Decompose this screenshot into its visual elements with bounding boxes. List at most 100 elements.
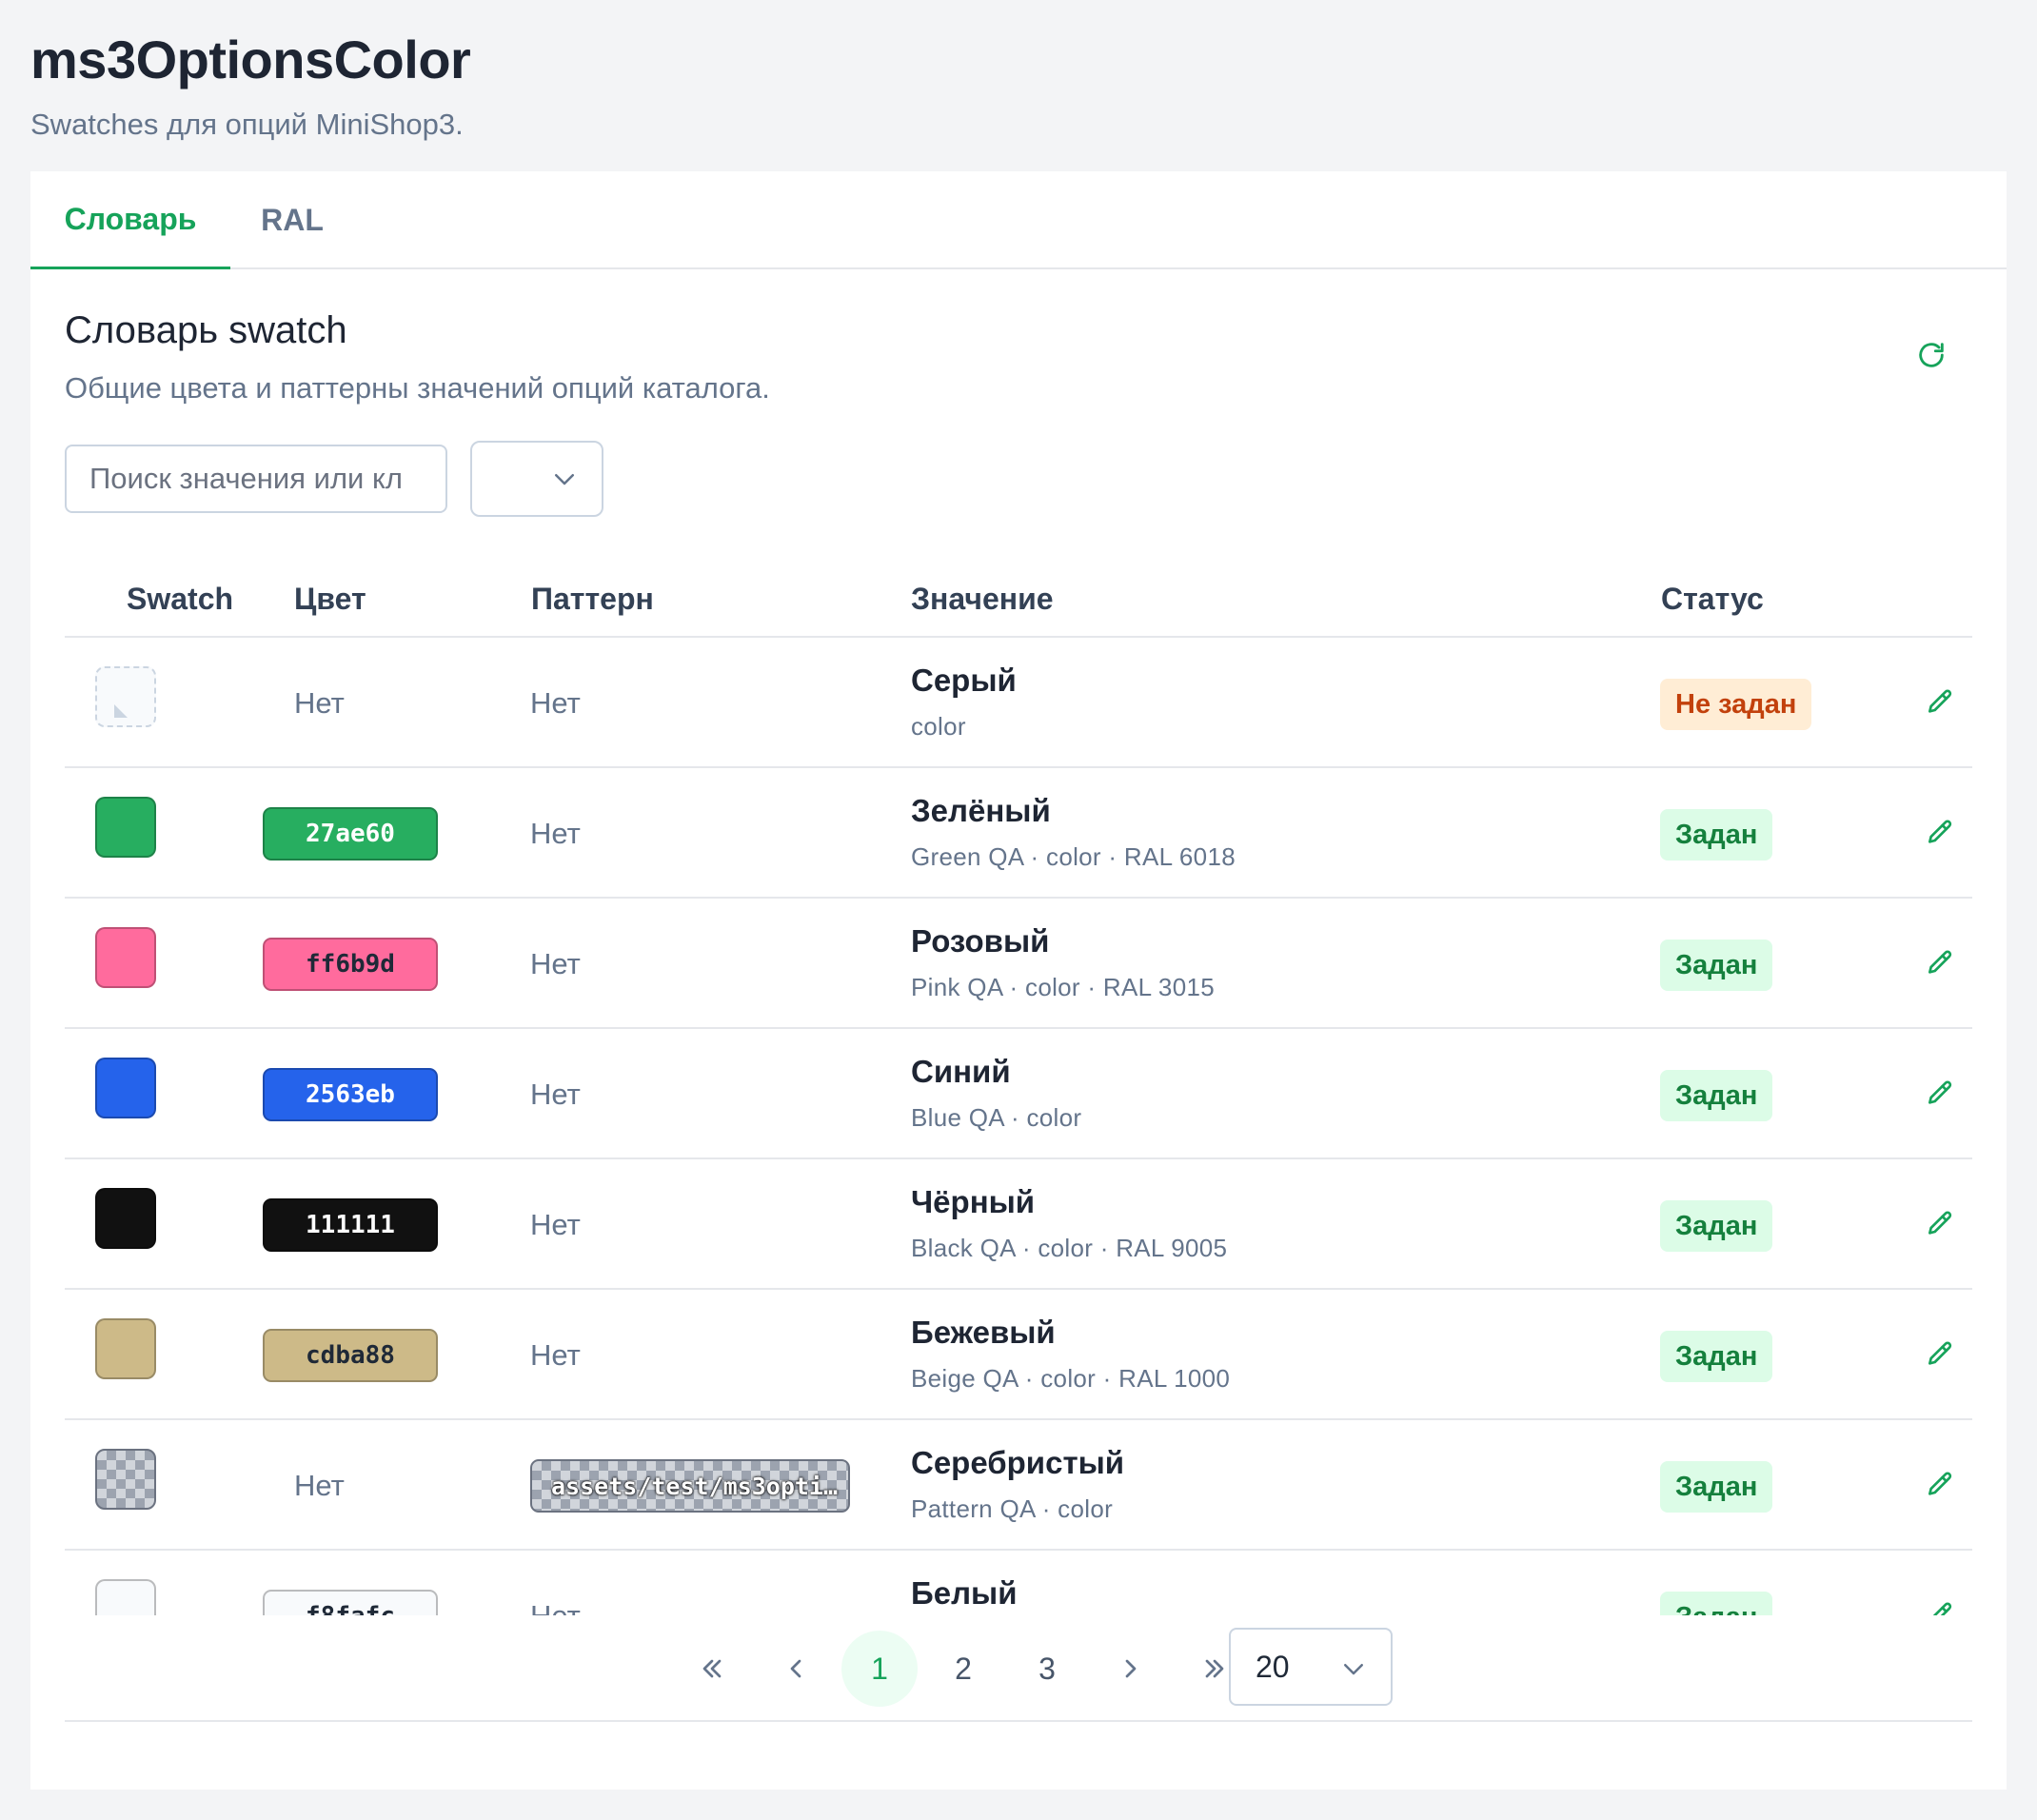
swatch-empty [95,666,156,727]
table-row: 111111 Нет Чёрный Black QA · color · RAL 90… [65,1159,1972,1290]
pattern-none: Нет [530,1207,581,1241]
pagination: 1 2 3 20 [65,1615,1972,1722]
status-badge: Задан [1660,1461,1773,1513]
tab-dictionary[interactable]: Словарь [30,171,230,269]
section-description: Общие цвета и паттерны значений опций ка… [65,371,770,405]
prev-page-button[interactable] [758,1631,834,1707]
page-button-2[interactable]: 2 [925,1631,1001,1707]
swatch-color [95,1058,156,1118]
edit-button[interactable] [1917,680,1963,725]
table-row: ff6b9d Нет Розовый Pink QA · color · RAL 30… [65,899,1972,1029]
column-header-color[interactable]: Цвет [294,560,366,638]
double-chevron-right-icon [1205,1659,1224,1678]
value-meta: Green QA · color · RAL 6018 [911,842,1236,871]
empty-swatch-icon [114,704,128,718]
edit-button[interactable] [1917,1462,1963,1508]
tab-bar: Словарь RAL [30,171,2007,269]
edit-button[interactable] [1917,1071,1963,1117]
value-name: Чёрный [911,1184,1036,1219]
swatch-color [95,927,156,988]
page-button-1[interactable]: 1 [841,1631,918,1707]
pattern-none: Нет [530,1598,581,1616]
swatch-color [95,1188,156,1249]
refresh-icon [1919,343,1944,367]
pencil-icon [1928,1080,1952,1104]
chevron-right-icon [1125,1659,1137,1678]
color-hex-chip: ff6b9d [263,938,438,991]
value-meta: Pattern QA · color [911,1494,1114,1523]
column-header-pattern[interactable]: Паттерн [531,560,654,638]
edit-button[interactable] [1917,940,1963,986]
pencil-icon [1932,1602,1952,1615]
table-row: 27ae60 Нет Зелёный Green QA · color · RAL 6… [65,768,1972,899]
pattern-none: Нет [530,685,581,720]
pattern-none: Нет [530,946,581,980]
value-name: Синий [911,1054,1011,1089]
value-name: Розовый [911,923,1050,959]
search-input[interactable] [65,445,447,513]
section-title: Словарь swatch [65,309,347,351]
per-page-value: 20 [1256,1649,1290,1684]
page-title: ms3OptionsColor [30,30,471,89]
value-meta: Blue QA · color [911,1103,1082,1132]
column-header-swatch[interactable]: Swatch [127,560,233,638]
value-meta: color [911,712,966,741]
tab-ral[interactable]: RAL [230,171,354,269]
column-header-status[interactable]: Статус [1661,560,1764,638]
color-none: Нет [294,685,345,720]
status-badge: Задан [1660,1331,1773,1382]
edit-button[interactable] [1917,1201,1963,1247]
type-filter-select[interactable] [470,441,603,517]
double-chevron-left-icon [702,1659,722,1678]
chevron-down-icon [1344,1664,1363,1675]
swatch-color [95,1318,156,1379]
chevron-down-icon [555,474,574,485]
color-hex-chip: cdba88 [263,1329,438,1382]
table-row: cdba88 Нет Бежевый Beige QA · color · RAL 1… [65,1290,1972,1420]
value-meta: Pink QA · color · RAL 3015 [911,973,1215,1001]
table-body: Нет Нет Серый color Не задан 27ae60 Нет Зелёный… [65,638,1972,1615]
pencil-icon [1928,1341,1952,1365]
status-badge: Задан [1660,1070,1773,1121]
value-name: Бежевый [911,1315,1056,1350]
status-badge: Не задан [1660,679,1812,730]
page-subtitle: Swatches для опций MiniShop3. [30,108,464,141]
value-name: Белый [911,1575,1018,1611]
column-header-value[interactable]: Значение [911,560,1054,638]
pattern-none: Нет [530,816,581,850]
pencil-icon [1928,820,1952,843]
value-name: Зелёный [911,793,1051,828]
value-name: Серебристый [911,1445,1125,1480]
swatch-color [95,797,156,858]
table-row: f8fafc Нет Белый Задан [65,1551,1972,1615]
swatch-pattern [95,1449,156,1510]
status-badge: Задан [1660,1592,1773,1615]
refresh-button[interactable] [1909,333,1953,377]
table-row: Нет assets/test/ms3opti… Серебристый Patter… [65,1420,1972,1551]
pattern-none: Нет [530,1337,581,1372]
edit-button[interactable] [1917,810,1963,856]
value-meta: Beige QA · color · RAL 1000 [911,1364,1231,1393]
color-none: Нет [294,1468,345,1502]
per-page-select[interactable]: 20 [1229,1628,1393,1706]
color-hex-chip: 2563eb [263,1068,438,1121]
pattern-none: Нет [530,1077,581,1111]
pencil-icon [1928,1211,1952,1235]
edit-button[interactable] [1917,1592,1963,1615]
status-badge: Задан [1660,1200,1773,1252]
pattern-path-chip: assets/test/ms3opti… [530,1459,850,1513]
first-page-button[interactable] [674,1631,750,1707]
main-card: Словарь RAL Словарь swatch Общие цвета и… [30,171,2007,1790]
next-page-button[interactable] [1093,1631,1169,1707]
table-row: Нет Нет Серый color Не задан [65,638,1972,768]
value-meta: Black QA · color · RAL 9005 [911,1234,1228,1262]
color-hex-chip: 27ae60 [263,807,438,861]
pencil-icon [1928,689,1952,713]
color-hex-chip: 111111 [263,1198,438,1252]
color-hex-chip: f8fafc [263,1590,438,1615]
value-name: Серый [911,663,1017,698]
table-header: Swatch Цвет Паттерн Значение Статус [65,560,1972,638]
edit-button[interactable] [1917,1332,1963,1377]
page-button-3[interactable]: 3 [1009,1631,1085,1707]
table-row: 2563eb Нет Синий Blue QA · color Задан [65,1029,1972,1159]
